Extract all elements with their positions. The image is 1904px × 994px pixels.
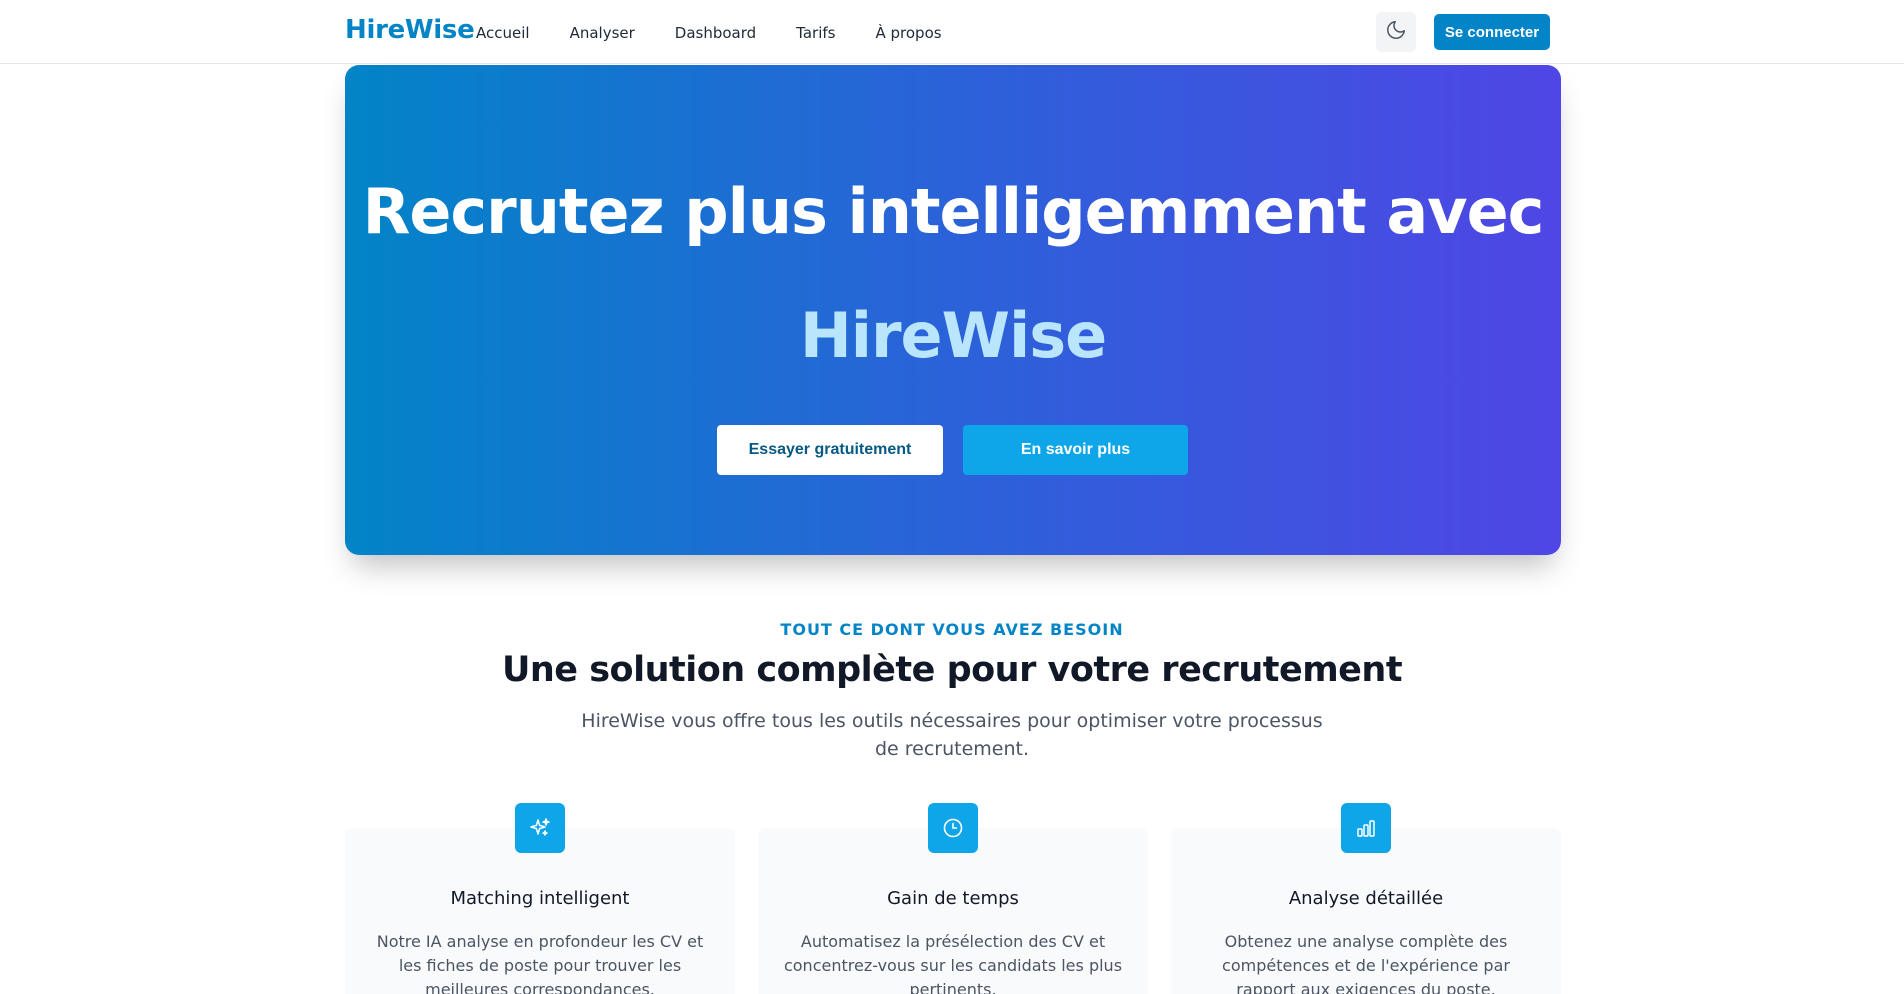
feature-card-time: Gain de temps Automatisez la présélectio… xyxy=(758,803,1148,994)
features-eyebrow: TOUT CE DONT VOUS AVEZ BESOIN xyxy=(780,620,1124,639)
top-navbar: HireWise Accueil Analyser Dashboard Tari… xyxy=(0,0,1904,64)
feature-card-title: Matching intelligent xyxy=(450,888,630,909)
nav-link-a-propos[interactable]: À propos xyxy=(875,24,941,42)
feature-card-description: Notre IA analyse en profondeur les CV et… xyxy=(376,932,704,994)
theme-toggle-button[interactable] xyxy=(1376,12,1416,52)
login-button[interactable]: Se connecter xyxy=(1434,14,1550,50)
feature-card-matching: Matching intelligent Notre IA analyse en… xyxy=(345,803,735,994)
features-subtitle: HireWise vous offre tous les outils néce… xyxy=(581,710,1323,760)
hero-brand-name: HireWise xyxy=(799,299,1107,372)
nav-link-analyser[interactable]: Analyser xyxy=(570,24,635,42)
moon-icon xyxy=(1385,19,1407,45)
sparkles-icon xyxy=(515,803,565,853)
learn-more-button[interactable]: En savoir plus xyxy=(963,425,1188,475)
nav-link-accueil[interactable]: Accueil xyxy=(476,24,530,42)
feature-card-description: Automatisez la présélection des CV et co… xyxy=(783,932,1123,994)
feature-card-title: Gain de temps xyxy=(887,888,1019,909)
hero-banner: Recrutez plus intelligemment avec HireWi… xyxy=(345,65,1561,555)
bar-chart-icon xyxy=(1341,803,1391,853)
nav-link-dashboard[interactable]: Dashboard xyxy=(675,24,756,42)
main-nav: Accueil Analyser Dashboard Tarifs À prop… xyxy=(476,24,942,42)
clock-icon xyxy=(928,803,978,853)
feature-card-description: Obtenez une analyse complète des compéte… xyxy=(1222,932,1510,994)
features-title: Une solution complète pour votre recrute… xyxy=(501,650,1403,690)
brand-logo[interactable]: HireWise xyxy=(345,15,475,45)
try-free-button[interactable]: Essayer gratuitement xyxy=(717,425,943,475)
feature-card-analysis: Analyse détaillée Obtenez une analyse co… xyxy=(1171,803,1561,994)
hero-title: Recrutez plus intelligemment avec xyxy=(362,175,1545,248)
feature-card-title: Analyse détaillée xyxy=(1288,888,1444,909)
nav-link-tarifs[interactable]: Tarifs xyxy=(796,24,835,42)
